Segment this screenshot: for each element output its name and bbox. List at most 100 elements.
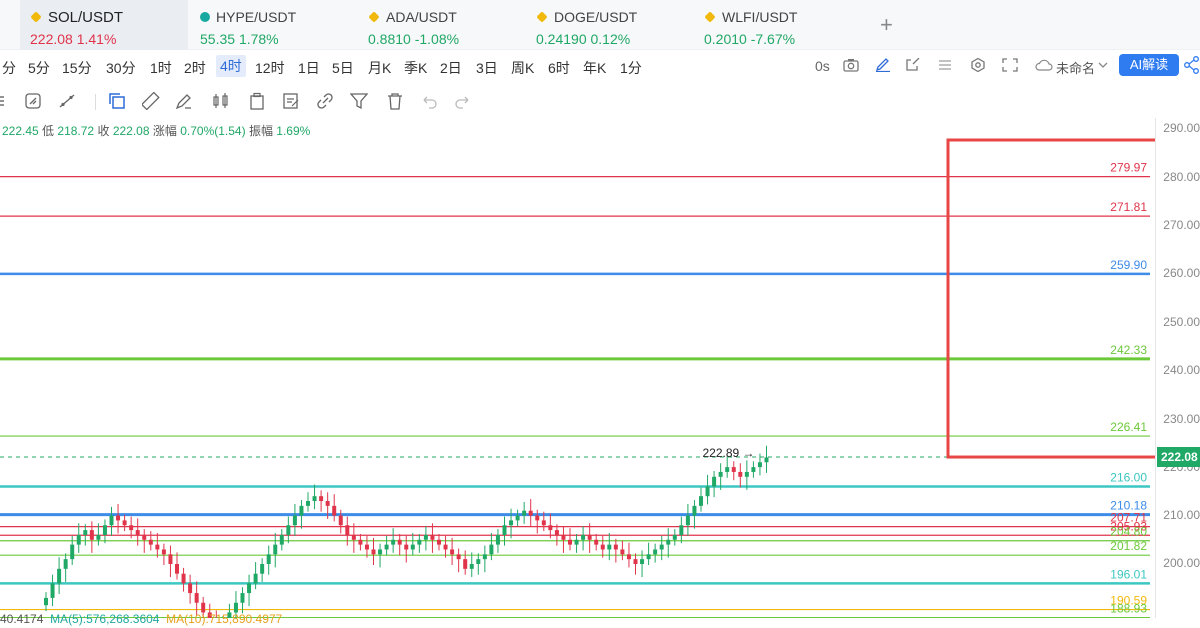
ruler-icon[interactable] xyxy=(142,92,160,110)
candle-body xyxy=(63,559,68,569)
add-tab-button[interactable]: + xyxy=(880,12,893,38)
interval-item[interactable]: 周K xyxy=(511,58,534,78)
tab-pair: HYPE/USDT xyxy=(216,9,297,25)
tab-change: 0.12% xyxy=(590,31,631,47)
candle-body xyxy=(371,549,376,555)
diamond-icon xyxy=(536,11,548,23)
interval-item[interactable]: 1日 xyxy=(298,58,320,78)
interval-item[interactable]: 分 xyxy=(2,58,16,78)
candle-body xyxy=(364,544,369,550)
candlestick-chart[interactable]: 279.97271.81259.90242.33226.41216.00210.… xyxy=(0,118,1155,618)
candle-body xyxy=(672,534,677,540)
ma5-label: MA(5):576,268.3604 xyxy=(50,612,160,626)
candle-body xyxy=(699,496,703,506)
interval-item[interactable]: 1时 xyxy=(150,58,172,78)
filter-icon[interactable] xyxy=(350,92,368,110)
note-icon[interactable] xyxy=(282,92,300,110)
indicator-list-icon[interactable] xyxy=(937,58,953,72)
price-axis: 290.00 280.00 270.00 260.00 250.00 240.0… xyxy=(1155,118,1200,618)
copy-icon[interactable] xyxy=(108,92,126,110)
candlestick-icon[interactable] xyxy=(212,92,230,110)
candle-body xyxy=(129,525,134,531)
interval-item[interactable]: 5分 xyxy=(28,58,50,78)
candle-body xyxy=(292,515,297,526)
undo-icon[interactable] xyxy=(420,92,438,110)
chevron-down-icon[interactable] xyxy=(1098,62,1108,69)
trash-icon[interactable] xyxy=(386,92,404,110)
interval-item[interactable]: 6时 xyxy=(548,58,570,78)
candle-body xyxy=(116,515,121,521)
interval-item[interactable]: 5日 xyxy=(332,58,354,78)
candle-body xyxy=(568,539,572,545)
tab-pair: WLFI/USDT xyxy=(722,9,798,25)
price-level-label: 188.93 xyxy=(1110,602,1147,616)
candle-body xyxy=(83,530,88,535)
candle-body xyxy=(89,530,94,540)
tab-hype-usdt[interactable]: HYPE/USDT 55.35 1.78% xyxy=(190,0,350,50)
layout-name[interactable]: 未命名 xyxy=(1056,58,1095,77)
candle-body xyxy=(338,515,343,526)
candle-body xyxy=(148,539,153,545)
magnet-icon[interactable] xyxy=(24,92,42,110)
cloud-icon[interactable] xyxy=(1035,58,1053,72)
candle-body xyxy=(319,496,324,502)
candle-body xyxy=(332,505,337,516)
candle-body xyxy=(175,564,179,574)
axis-tick: 250.00 xyxy=(1163,315,1200,329)
interval-item[interactable]: 季K xyxy=(404,58,427,78)
candle-body xyxy=(692,505,697,516)
tab-wlfi-usdt[interactable]: WLFI/USDT 0.2010 -7.67% xyxy=(694,0,854,50)
brush-icon[interactable] xyxy=(175,92,193,110)
link-icon[interactable] xyxy=(316,92,334,110)
candle-body xyxy=(659,544,664,550)
candle-body xyxy=(247,583,252,594)
interval-item[interactable]: 2日 xyxy=(440,58,462,78)
interval-item[interactable]: 月K xyxy=(368,58,391,78)
candle-body xyxy=(161,549,166,555)
interval-item[interactable]: 15分 xyxy=(62,58,92,78)
tab-price: 0.8810 xyxy=(368,31,411,47)
interval-item[interactable]: 12时 xyxy=(255,58,285,78)
interval-item-active[interactable]: 4时 xyxy=(216,55,246,77)
interval-item[interactable]: 2时 xyxy=(184,58,206,78)
diamond-icon xyxy=(704,11,716,23)
candle-body xyxy=(404,544,409,550)
fullscreen-icon[interactable] xyxy=(1002,58,1018,72)
menu-icon[interactable] xyxy=(0,92,12,110)
price-level-label: 271.81 xyxy=(1110,200,1147,214)
candle-body xyxy=(57,568,62,584)
settings-icon[interactable] xyxy=(970,58,986,72)
interval-item[interactable]: 1分 xyxy=(620,58,642,78)
candle-body xyxy=(181,573,186,584)
tab-sol-usdt[interactable]: SOL/USDT 222.08 1.41% xyxy=(20,0,188,50)
axis-tick: 200.00 xyxy=(1163,556,1200,570)
candle-body xyxy=(168,554,173,564)
candle-body xyxy=(391,539,396,545)
axis-tick: 210.00 xyxy=(1163,508,1200,522)
tab-doge-usdt[interactable]: DOGE/USDT 0.24190 0.12% xyxy=(526,0,686,50)
popout-icon[interactable] xyxy=(905,58,921,72)
candle-body xyxy=(142,534,147,540)
tab-price: 222.08 xyxy=(30,31,73,47)
candle-body xyxy=(417,539,422,545)
candle-body xyxy=(476,559,481,564)
tab-ada-usdt[interactable]: ADA/USDT 0.8810 -1.08% xyxy=(358,0,518,50)
interval-item[interactable]: 30分 xyxy=(106,58,136,78)
clipboard-icon[interactable] xyxy=(248,92,266,110)
tab-price: 0.2010 xyxy=(704,31,747,47)
axis-tick: 270.00 xyxy=(1163,218,1200,232)
candle-body xyxy=(554,530,559,535)
trend-line-icon[interactable] xyxy=(58,92,76,110)
interval-item[interactable]: 年K xyxy=(583,58,606,78)
axis-tick: 260.00 xyxy=(1163,266,1200,280)
candle-body xyxy=(587,534,592,540)
highlight-box xyxy=(946,138,1155,459)
tab-pair: SOL/USDT xyxy=(48,8,124,26)
candle-body xyxy=(430,534,435,540)
camera-icon[interactable] xyxy=(843,58,859,72)
ai-analysis-button[interactable]: AI解读 xyxy=(1119,54,1179,76)
interval-item[interactable]: 3日 xyxy=(476,58,498,78)
pencil-icon[interactable] xyxy=(875,58,891,72)
redo-icon[interactable] xyxy=(454,92,472,110)
share-icon[interactable] xyxy=(1184,56,1200,74)
